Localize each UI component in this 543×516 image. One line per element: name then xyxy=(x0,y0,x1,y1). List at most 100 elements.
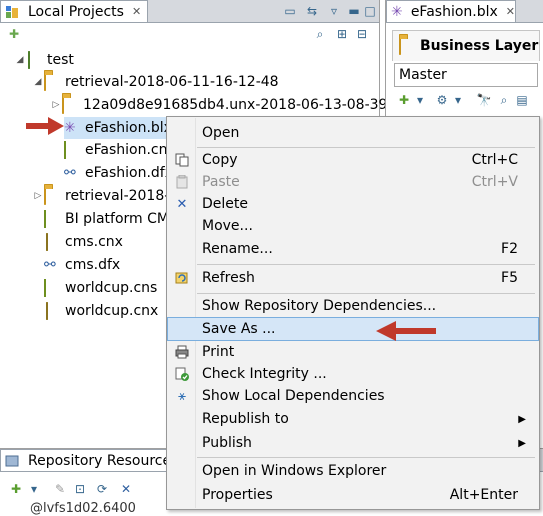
delete-icon[interactable]: ✕ xyxy=(118,481,134,497)
edit-icon[interactable]: ✎ xyxy=(52,481,68,497)
close-icon[interactable]: ✕ xyxy=(506,5,515,18)
collapsed-icon[interactable]: ▷ xyxy=(50,100,62,110)
view-dropdown-value: Master xyxy=(399,67,447,83)
menu-item-label: Refresh xyxy=(202,270,255,286)
tree-item-label: eFashion.cns xyxy=(85,142,175,158)
tree-item-label: worldcup.cnx xyxy=(65,303,159,319)
connect-icon[interactable]: ⊡ xyxy=(72,481,88,497)
tab-repository-resources[interactable]: Repository Resources xyxy=(0,449,178,471)
delete-icon: ✕ xyxy=(176,196,188,212)
maximize-view-icon[interactable]: □ xyxy=(362,3,378,19)
tools-icon[interactable]: ⚙ xyxy=(434,92,450,108)
menu-item-refresh[interactable]: Refresh F5 xyxy=(168,267,538,289)
collapse-all-icon[interactable]: ⊟ xyxy=(354,26,370,42)
dependencies-icon: ⚹ xyxy=(178,388,186,404)
context-menu: Open Copy Ctrl+C Paste Ctrl+V ✕ Delete M… xyxy=(166,116,540,510)
menu-item-label: Publish xyxy=(202,435,252,451)
section-title: Business Layer xyxy=(420,38,539,54)
tree-item-retrieval-folder[interactable]: ◢ retrieval-2018-06-11-16-12-48 xyxy=(32,71,279,93)
search-icon[interactable]: ⌕ xyxy=(496,92,512,108)
print-icon xyxy=(174,344,190,360)
copy-icon xyxy=(174,152,190,168)
tab-repository-label: Repository Resources xyxy=(28,452,179,469)
menu-item-republish-to[interactable]: Republish to ▶ xyxy=(168,408,538,430)
menu-item-label: Move... xyxy=(202,218,253,234)
menu-item-label: Rename... xyxy=(202,241,273,257)
tree-item-label: BI platform CM xyxy=(65,211,169,227)
link-with-editor-icon[interactable]: ⇆ xyxy=(304,3,320,19)
tree-item-label: cms.dfx xyxy=(65,257,121,273)
menu-item-shortcut: Ctrl+V xyxy=(471,174,518,190)
search-icon[interactable]: ⌕ xyxy=(312,26,328,42)
menu-item-open[interactable]: Open xyxy=(168,122,538,144)
chevron-down-icon[interactable]: ▾ xyxy=(450,92,466,108)
menu-item-label: Open xyxy=(202,125,240,141)
menu-item-publish[interactable]: Publish ▶ xyxy=(168,432,538,454)
tree-item-test[interactable]: ◢ test xyxy=(14,49,74,71)
add-icon[interactable]: ✚ xyxy=(8,481,24,497)
tree-item-label: retrieval-2018-06-11-16-12-48 xyxy=(65,74,279,90)
connection-shortcut-icon xyxy=(44,279,60,297)
menu-item-label: Check Integrity ... xyxy=(202,366,327,382)
tree-item-efashion-cns[interactable]: eFashion.cns xyxy=(64,139,175,161)
submenu-arrow-icon: ▶ xyxy=(518,437,526,449)
paste-icon xyxy=(174,174,190,190)
submenu-arrow-icon: ▶ xyxy=(518,413,526,425)
repository-session[interactable]: @lvfs1d02.6400 xyxy=(30,501,136,516)
view-menu-icon[interactable]: ▿ xyxy=(326,3,342,19)
repository-icon xyxy=(5,454,19,468)
close-icon[interactable]: ✕ xyxy=(132,5,141,18)
menu-item-save-as[interactable]: Save As ... xyxy=(167,317,539,341)
tree-item-efashion-dfx[interactable]: ⚯ eFashion.dfx xyxy=(64,162,173,184)
menu-item-show-repository-dependencies[interactable]: Show Repository Dependencies... xyxy=(168,295,538,317)
tree-item-worldcup-cns[interactable]: worldcup.cns xyxy=(44,277,157,299)
folder-icon xyxy=(62,96,78,114)
minimize-icon[interactable]: ▭ xyxy=(282,3,298,19)
folder-icon xyxy=(44,187,60,205)
local-projects-tabbar: Local Projects ✕ ▭ ⇆ ▿ ▬ □ xyxy=(0,0,379,23)
check-integrity-icon xyxy=(174,366,190,382)
tree-item-bi-platform[interactable]: BI platform CM xyxy=(44,208,169,230)
editor-tabbar: ✳ eFashion.blx ✕ xyxy=(386,0,543,23)
folder-icon xyxy=(399,37,415,55)
menu-item-properties[interactable]: Properties Alt+Enter xyxy=(168,484,538,506)
menu-item-print[interactable]: Print xyxy=(168,341,538,363)
menu-item-rename[interactable]: Rename... F2 xyxy=(168,238,538,260)
menu-item-open-in-windows-explorer[interactable]: Open in Windows Explorer xyxy=(168,460,538,482)
expand-all-icon[interactable]: ⊞ xyxy=(334,26,350,42)
menu-item-shortcut: Alt+Enter xyxy=(449,487,518,503)
add-icon[interactable]: ✚ xyxy=(396,92,412,108)
refresh-icon[interactable]: ⟳ xyxy=(94,481,110,497)
view-dropdown[interactable]: Master xyxy=(394,63,538,87)
filter-icon[interactable]: ▤ xyxy=(514,92,530,108)
menu-item-show-local-dependencies[interactable]: ⚹ Show Local Dependencies xyxy=(168,385,538,407)
tree-item-retrieval-folder-2[interactable]: ▷ retrieval-2018- xyxy=(32,185,169,207)
expanded-icon[interactable]: ◢ xyxy=(32,77,44,87)
tree-item-cms-cnx[interactable]: cms.cnx xyxy=(44,231,123,253)
menu-item-label: Paste xyxy=(202,174,240,190)
find-icon[interactable]: 🔭 xyxy=(476,92,492,108)
tab-efashion-blx[interactable]: ✳ eFashion.blx ✕ xyxy=(386,0,516,22)
chevron-down-icon[interactable]: ▾ xyxy=(412,92,428,108)
business-layer-header: Business Layer xyxy=(392,30,540,61)
new-project-icon[interactable]: ✚ xyxy=(6,26,22,42)
chevron-down-icon[interactable]: ▾ xyxy=(26,481,42,497)
menu-item-move[interactable]: Move... xyxy=(168,215,538,237)
collapsed-icon[interactable]: ▷ xyxy=(32,191,44,201)
tab-local-projects[interactable]: Local Projects ✕ xyxy=(0,0,148,22)
menu-item-paste[interactable]: Paste Ctrl+V xyxy=(168,171,538,193)
tree-item-worldcup-cnx[interactable]: worldcup.cnx xyxy=(44,300,158,322)
folder-icon xyxy=(44,73,60,91)
tree-item-cms-dfx[interactable]: ⚯ cms.dfx xyxy=(44,254,120,276)
minimize-view-icon[interactable]: ▬ xyxy=(346,3,362,19)
menu-item-check-integrity[interactable]: Check Integrity ... xyxy=(168,363,538,385)
annotation-arrow-left xyxy=(26,117,64,135)
menu-item-copy[interactable]: Copy Ctrl+C xyxy=(168,149,538,171)
expanded-icon[interactable]: ◢ xyxy=(14,55,26,65)
tree-item-unx-folder[interactable]: ▷ 12a09d8e91685db4.unx-2018-06-13-08-39- xyxy=(50,94,393,116)
menu-item-label: Copy xyxy=(202,152,238,168)
connection-shortcut-icon xyxy=(64,141,80,159)
tree-item-efashion-blx[interactable]: ✳ eFashion.blx xyxy=(64,117,172,139)
menu-item-delete[interactable]: ✕ Delete xyxy=(168,193,538,215)
menu-item-label: Print xyxy=(202,344,235,360)
